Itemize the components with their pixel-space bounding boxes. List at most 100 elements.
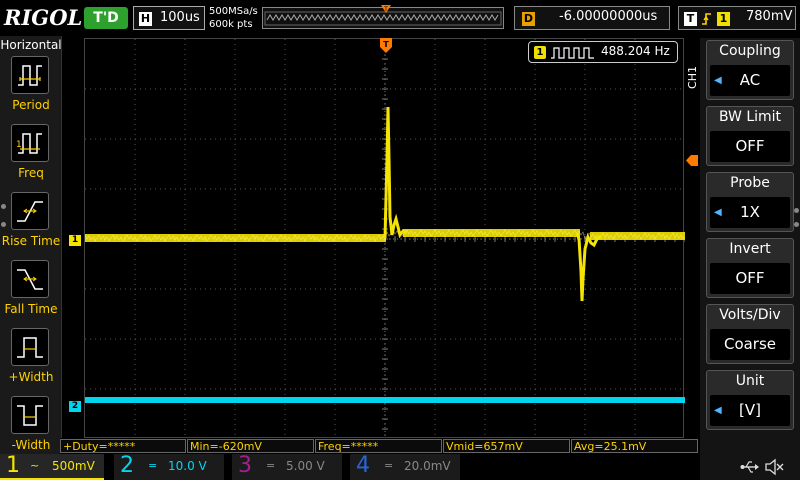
invert-value: OFF: [710, 263, 790, 294]
measurement-min[interactable]: Min=-620mV: [187, 439, 314, 453]
negative-width-icon: [11, 396, 49, 434]
period-icon: [11, 56, 49, 94]
coupling-value: ◀ AC: [710, 65, 790, 96]
timebase-box[interactable]: H 100us: [133, 6, 205, 30]
measure-menu-title: Horizontal: [0, 38, 62, 52]
run-status-badge[interactable]: T'D: [84, 7, 128, 29]
ch1-trace-falling-spike: [575, 232, 602, 302]
measurement-vmid[interactable]: Vmid=657mV: [443, 439, 570, 453]
bw-limit-value: OFF: [710, 131, 790, 162]
svg-text:T: T: [383, 40, 389, 49]
horizontal-measure-menu: Horizontal Period 1 Freq Rise Time Fall …: [0, 36, 62, 454]
measure-fall-time-label: Fall Time: [4, 302, 58, 316]
coupling-title: Coupling: [719, 43, 781, 59]
ch4-scale: 20.0mV: [404, 459, 451, 473]
ch3-scale: 5.00 V: [286, 459, 325, 473]
measurement-duty[interactable]: +Duty=*****: [60, 439, 186, 453]
trigger-delay-box[interactable]: D -6.00000000us: [514, 6, 670, 30]
status-icons-area: [700, 454, 800, 480]
trigger-time-marker-icon[interactable]: T: [380, 38, 392, 54]
unit-title: Unit: [735, 373, 765, 389]
ch1-offset-marker[interactable]: 1: [69, 235, 81, 246]
ch2-scale: 10.0 V: [168, 459, 207, 473]
trigger-level: 780mV: [746, 9, 793, 24]
menu-arrow-icon: ◀: [714, 207, 722, 218]
ch3-coupling-icon: =: [266, 459, 276, 472]
frequency-counter: 1 488.204 Hz: [528, 41, 678, 63]
trigger-level-marker-icon[interactable]: [686, 155, 698, 166]
speaker-muted-icon[interactable]: [764, 458, 784, 476]
timebase-value: 100us: [160, 10, 200, 25]
ch2-number: 2: [120, 453, 134, 478]
right-menu-page-dot: [794, 208, 799, 213]
ch2-status[interactable]: 2 = 10.0 V: [114, 453, 224, 480]
waveform-display[interactable]: [84, 38, 685, 439]
measure-period-button[interactable]: Period: [0, 56, 62, 122]
ch1-trace-baseline-left: [85, 234, 386, 242]
top-status-bar: RIGOL T'D H 100us 500MSa/s 600k pts T D …: [0, 0, 800, 36]
measure-freq-label: Freq: [18, 166, 44, 180]
right-menu-page-dot: [794, 222, 799, 227]
waveform-traces: [85, 106, 685, 403]
ch3-number: 3: [238, 453, 252, 478]
ch1-scale: 500mV: [52, 459, 95, 473]
frequency-counter-value: 488.204 Hz: [601, 44, 670, 58]
probe-softkey[interactable]: Probe ◀ 1X: [706, 172, 794, 232]
invert-title: Invert: [729, 241, 771, 257]
svg-text:T: T: [383, 6, 388, 13]
unit-value: ◀ [V]: [710, 395, 790, 426]
usb-icon: [740, 461, 759, 473]
frequency-icon: 1: [11, 124, 49, 162]
measure-rise-time-button[interactable]: Rise Time: [0, 192, 62, 258]
measurement-avg[interactable]: Avg=25.1mV: [571, 439, 698, 453]
menu-arrow-icon: ◀: [714, 75, 722, 86]
bw-limit-softkey[interactable]: BW Limit OFF: [706, 106, 794, 166]
volts-div-softkey[interactable]: Volts/Div Coarse: [706, 304, 794, 364]
volts-div-value: Coarse: [710, 329, 790, 360]
measure-fall-time-button[interactable]: Fall Time: [0, 260, 62, 326]
volts-div-title: Volts/Div: [719, 307, 781, 323]
ch2-offset-marker[interactable]: 2: [69, 401, 81, 412]
ch2-coupling-icon: =: [148, 459, 158, 472]
rise-time-icon: [11, 192, 49, 230]
ch4-coupling-icon: =: [384, 459, 394, 472]
ch1-coupling-icon: ~: [30, 459, 40, 472]
measure-negative-width-label: -Width: [11, 438, 51, 452]
menu-arrow-icon: ◀: [714, 405, 722, 416]
rigol-logo: RIGOL: [4, 5, 83, 30]
measure-positive-width-button[interactable]: +Width: [0, 328, 62, 394]
ch1-status[interactable]: 1 ~ 500mV: [0, 453, 104, 480]
acquisition-info: 500MSa/s 600k pts: [209, 5, 258, 31]
rising-edge-icon: [702, 13, 711, 25]
channel-menu-label: CH1: [686, 66, 699, 89]
coupling-softkey[interactable]: Coupling ◀ AC: [706, 40, 794, 100]
ch2-trace: [85, 397, 685, 403]
svg-text:1: 1: [16, 140, 22, 150]
ch3-status[interactable]: 3 = 5.00 V: [232, 453, 342, 480]
measurement-results-bar: +Duty=***** Min=-620mV Freq=***** Vmid=6…: [60, 438, 700, 454]
ch4-status[interactable]: 4 = 20.0mV: [350, 453, 460, 480]
measure-rise-time-label: Rise Time: [1, 234, 61, 248]
horizontal-letter: H: [139, 12, 152, 26]
probe-value: ◀ 1X: [710, 197, 790, 228]
trigger-source-channel: 1: [717, 12, 730, 26]
measure-freq-button[interactable]: 1 Freq: [0, 124, 62, 190]
channel-status-bar: 1 ~ 500mV 2 = 10.0 V 3 = 5.00 V 4 = 20.0…: [0, 453, 800, 480]
trigger-letter: T: [684, 12, 697, 26]
left-menu-page-dot: [1, 222, 6, 227]
measurement-freq[interactable]: Freq=*****: [315, 439, 442, 453]
invert-softkey[interactable]: Invert OFF: [706, 238, 794, 298]
square-wave-icon: [551, 47, 594, 59]
positive-width-icon: [11, 328, 49, 366]
unit-softkey[interactable]: Unit ◀ [V]: [706, 370, 794, 430]
ch1-trace-rising-spike: [383, 106, 408, 239]
fall-time-icon: [11, 260, 49, 298]
probe-title: Probe: [730, 175, 770, 191]
delay-letter: D: [522, 12, 535, 26]
sample-rate: 500MSa/s: [209, 6, 258, 17]
ch4-number: 4: [356, 453, 370, 478]
trigger-settings-box[interactable]: T 1 780mV: [678, 6, 796, 30]
memory-depth: 600k pts: [209, 19, 253, 30]
measure-positive-width-label: +Width: [8, 370, 54, 384]
measure-period-label: Period: [12, 98, 50, 112]
